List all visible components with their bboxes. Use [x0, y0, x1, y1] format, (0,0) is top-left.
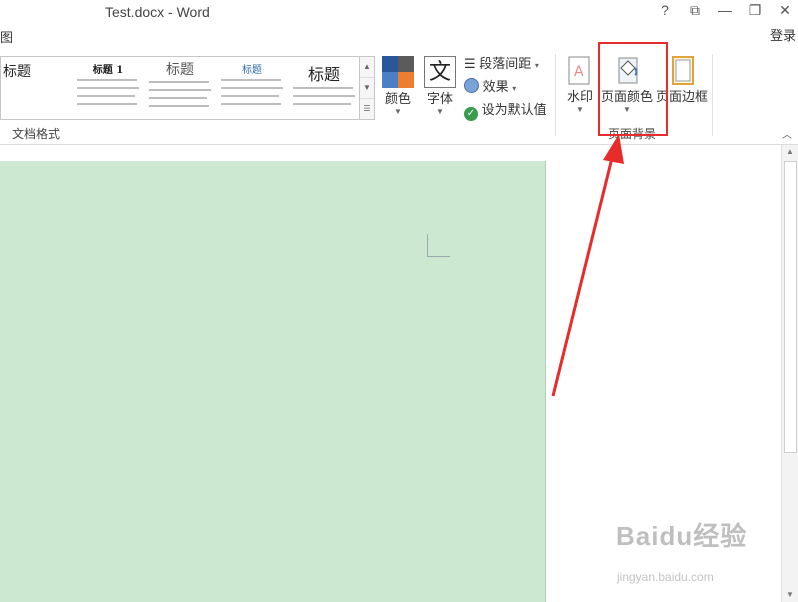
- scroll-down-icon[interactable]: ▼: [782, 588, 798, 602]
- scroll-up-icon[interactable]: ▲: [782, 145, 798, 159]
- baidu-watermark: Baidu经验: [616, 521, 748, 551]
- baidu-watermark-url: jingyan.baidu.com: [617, 570, 714, 584]
- vertical-scrollbar[interactable]: ▲ ▼: [781, 145, 798, 602]
- annotation-arrow: [551, 134, 624, 397]
- scroll-thumb[interactable]: [784, 161, 797, 453]
